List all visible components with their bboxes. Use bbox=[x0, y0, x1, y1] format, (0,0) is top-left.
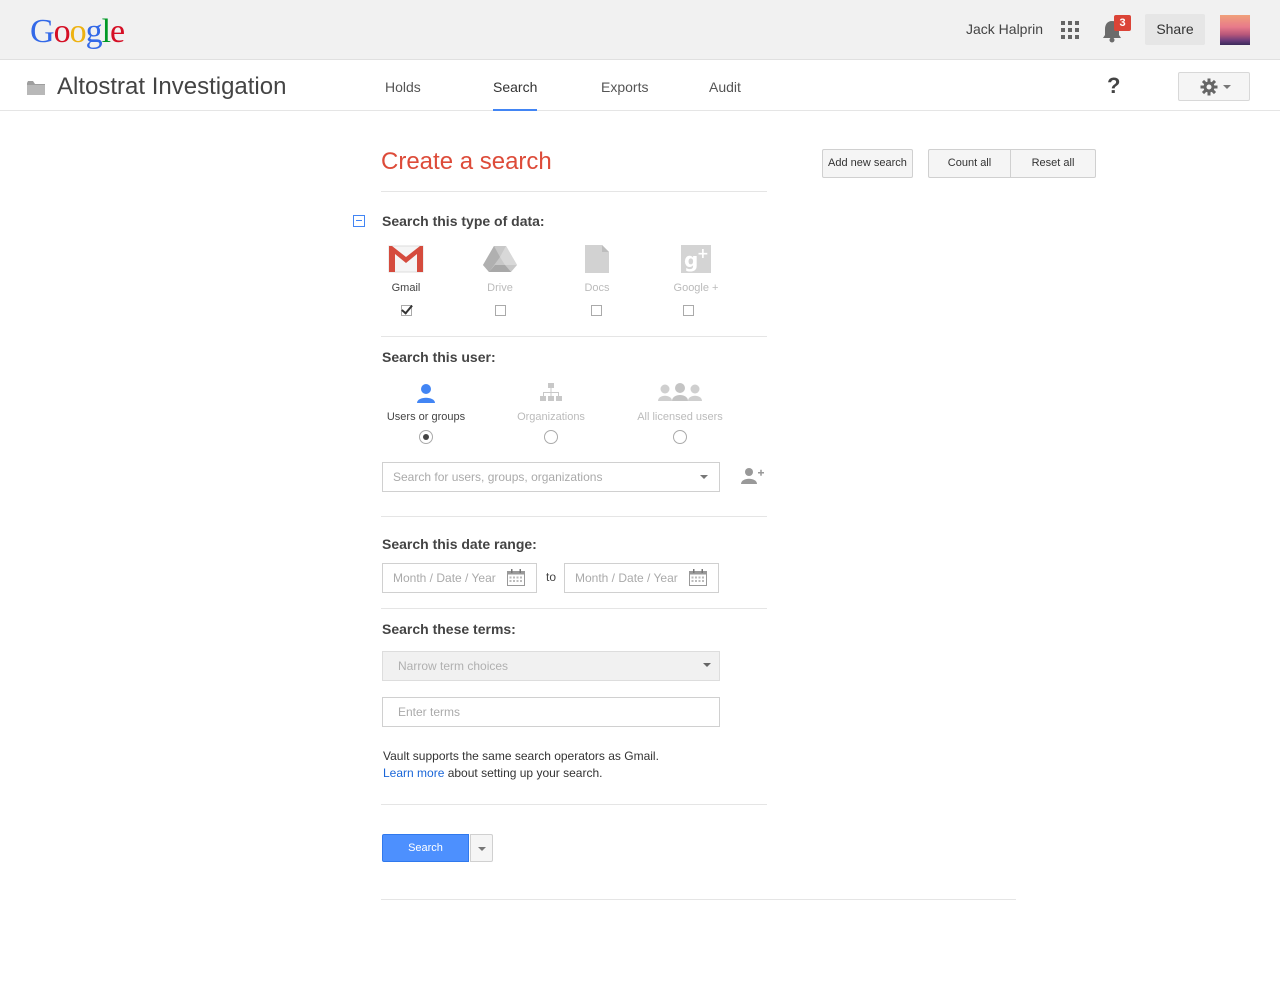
logo-letter: G bbox=[30, 13, 55, 50]
svg-text:+: + bbox=[697, 246, 709, 262]
tab-holds[interactable]: Holds bbox=[385, 79, 421, 111]
drive-icon bbox=[483, 246, 517, 272]
data-type-google-plus[interactable]: g + Google + bbox=[661, 245, 731, 294]
note-line: Vault supports the same search operators… bbox=[383, 749, 659, 763]
logo-letter: g bbox=[85, 13, 103, 50]
google-plus-checkbox[interactable] bbox=[683, 305, 694, 316]
matter-header: Altostrat Investigation Holds Search Exp… bbox=[0, 61, 1280, 111]
share-button[interactable]: Share bbox=[1145, 14, 1205, 45]
note-line: about setting up your search. bbox=[444, 766, 603, 780]
user-search-input[interactable]: Search for users, groups, organizations bbox=[382, 462, 720, 492]
date-range-label: Search this date range: bbox=[382, 536, 537, 552]
calendar-icon[interactable] bbox=[507, 569, 525, 586]
search-options-dropdown[interactable] bbox=[470, 834, 493, 862]
folder-icon bbox=[27, 81, 45, 95]
page-title: Altostrat Investigation bbox=[57, 73, 287, 100]
chevron-down-icon bbox=[478, 847, 486, 851]
add-new-search-button[interactable]: Add new search bbox=[822, 149, 913, 178]
add-user-icon[interactable] bbox=[741, 467, 765, 485]
tab-audit[interactable]: Audit bbox=[709, 79, 741, 111]
terms-label: Search these terms: bbox=[382, 621, 516, 637]
divider bbox=[381, 804, 767, 805]
google-logo[interactable]: Google bbox=[30, 12, 125, 52]
gmail-checkbox[interactable] bbox=[401, 305, 412, 316]
organizations-radio[interactable] bbox=[544, 430, 558, 444]
count-all-button[interactable]: Count all bbox=[928, 149, 1011, 178]
tab-exports[interactable]: Exports bbox=[601, 79, 648, 111]
user-name[interactable]: Jack Halprin bbox=[966, 21, 1043, 37]
narrow-terms-select[interactable]: Narrow term choices bbox=[382, 651, 720, 681]
divider bbox=[381, 899, 1016, 900]
search-button[interactable]: Search bbox=[382, 834, 469, 862]
learn-more-link[interactable]: Learn more bbox=[383, 766, 444, 780]
divider bbox=[381, 608, 767, 609]
date-range-to-label: to bbox=[546, 570, 557, 584]
organization-icon bbox=[540, 383, 562, 401]
logo-letter: e bbox=[110, 13, 125, 50]
user-type-label-organizations: Organizations bbox=[517, 411, 585, 423]
divider bbox=[381, 336, 767, 337]
enter-terms-input[interactable]: Enter terms bbox=[382, 697, 720, 727]
apps-grid-icon[interactable] bbox=[1061, 21, 1079, 39]
drive-checkbox[interactable] bbox=[495, 305, 506, 316]
create-search-title: Create a search bbox=[381, 148, 552, 175]
help-icon[interactable]: ? bbox=[1107, 73, 1120, 99]
data-type-label-drive: Drive bbox=[487, 282, 513, 294]
chevron-down-icon bbox=[1223, 85, 1231, 89]
users-or-groups-radio[interactable] bbox=[419, 430, 433, 444]
top-bar: Google Jack Halprin 3 Share bbox=[0, 0, 1280, 60]
reset-all-button[interactable]: Reset all bbox=[1010, 149, 1096, 178]
data-type-gmail[interactable]: Gmail bbox=[371, 245, 441, 294]
all-licensed-users-radio[interactable] bbox=[673, 430, 687, 444]
tab-search[interactable]: Search bbox=[493, 79, 538, 111]
data-type-label-docs: Docs bbox=[584, 282, 610, 294]
divider bbox=[381, 191, 767, 192]
chevron-down-icon[interactable] bbox=[700, 475, 708, 479]
user-icon bbox=[417, 384, 435, 403]
data-type-label-google-plus: Google + bbox=[673, 282, 719, 294]
user-type-all-licensed-users[interactable]: All licensed users bbox=[630, 383, 730, 423]
logo-letter: o bbox=[53, 13, 71, 50]
search-operators-note: Vault supports the same search operators… bbox=[383, 748, 659, 782]
chevron-down-icon[interactable] bbox=[703, 663, 711, 667]
user-section-label: Search this user: bbox=[382, 349, 496, 365]
user-type-label-users: Users or groups bbox=[386, 411, 466, 423]
gear-icon bbox=[1200, 78, 1218, 96]
docs-icon bbox=[585, 245, 609, 273]
user-type-organizations[interactable]: Organizations bbox=[501, 383, 601, 423]
user-type-users-or-groups[interactable]: Users or groups bbox=[376, 383, 476, 423]
docs-checkbox[interactable] bbox=[591, 305, 602, 316]
avatar[interactable] bbox=[1220, 15, 1250, 45]
data-type-label-gmail: Gmail bbox=[391, 282, 421, 294]
gmail-icon bbox=[388, 245, 424, 273]
google-plus-icon: g + bbox=[681, 245, 711, 273]
data-type-label: Search this type of data: bbox=[382, 213, 545, 229]
data-type-drive[interactable]: Drive bbox=[465, 245, 535, 294]
divider bbox=[381, 516, 767, 517]
settings-button[interactable] bbox=[1178, 72, 1250, 101]
data-type-docs[interactable]: Docs bbox=[562, 245, 632, 294]
logo-letter: l bbox=[101, 13, 112, 50]
notification-count-badge: 3 bbox=[1114, 15, 1131, 31]
logo-letter: o bbox=[69, 13, 87, 50]
user-type-label-all-licensed: All licensed users bbox=[637, 411, 723, 423]
group-users-icon bbox=[658, 383, 702, 401]
calendar-icon[interactable] bbox=[689, 569, 707, 586]
collapse-section-icon[interactable] bbox=[353, 215, 365, 227]
